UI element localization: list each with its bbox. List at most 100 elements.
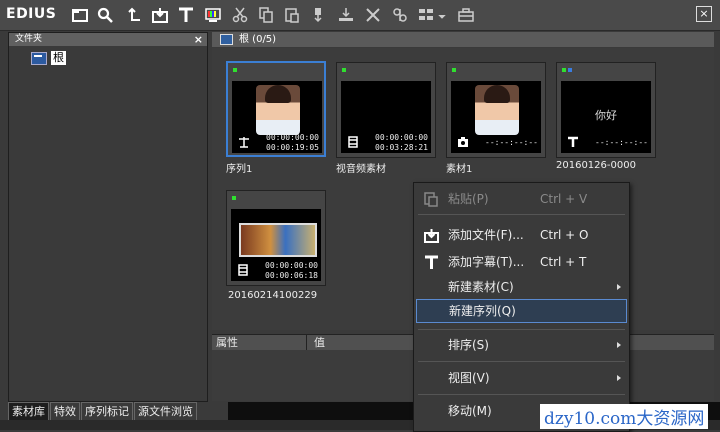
- delete-icon[interactable]: [363, 5, 383, 25]
- menu-item-label: 排序(S): [448, 338, 489, 352]
- menu-item-label: 视图(V): [448, 371, 490, 385]
- folder-panel-header: 文件夹 ×: [9, 33, 207, 46]
- flag-icon: [562, 68, 566, 72]
- menu-item-label: 移动(M): [448, 404, 492, 418]
- submenu-arrow-icon: [617, 342, 621, 348]
- clip-thumbnail-av[interactable]: 00:00:00:00 00:03:28:21: [336, 62, 436, 158]
- add-file-icon: [424, 229, 439, 243]
- clip-preview: 你好 --:--:--:--: [561, 81, 651, 153]
- film-icon: [238, 264, 248, 276]
- clip-thumbnail-sequence[interactable]: 00:00:00:00 00:00:19:05: [226, 61, 326, 157]
- clip-thumbnail-title[interactable]: 你好 --:--:--:--: [556, 62, 656, 158]
- folder-panel-title: 文件夹: [15, 34, 43, 44]
- timecode-in: --:--:--:--: [485, 138, 538, 147]
- tab-effects[interactable]: 特效: [50, 402, 80, 420]
- panel-tabs: 素材库 特效 序列标记 源文件浏览: [8, 402, 198, 420]
- menu-item-shortcut: Ctrl + O: [540, 228, 589, 242]
- clip-preview: 00:00:00:00 00:00:19:05: [232, 81, 322, 153]
- folder-panel-close-icon[interactable]: ×: [194, 33, 203, 46]
- menu-item-shortcut: Ctrl + T: [540, 255, 587, 269]
- menu-item-shortcut: Ctrl + V: [540, 192, 588, 206]
- cut-icon[interactable]: [230, 5, 250, 25]
- menu-item-sort[interactable]: 排序(S): [414, 334, 629, 356]
- menu-item-new-sequence[interactable]: 新建序列(Q): [416, 299, 627, 323]
- flag-icon: [452, 68, 456, 72]
- paste-icon[interactable]: [282, 5, 302, 25]
- folder-panel: 文件夹 × 根: [8, 32, 208, 402]
- menu-item-add-title[interactable]: 添加字幕(T)... Ctrl + T: [414, 251, 629, 273]
- app-logo: EDIUS: [6, 6, 57, 22]
- tree-item-label: 根: [51, 51, 66, 65]
- timecode-in: 00:00:00:00: [375, 133, 428, 142]
- submenu-arrow-icon: [617, 284, 621, 290]
- portrait-image: [256, 85, 300, 135]
- menu-item-add-file[interactable]: 添加文件(F)... Ctrl + O: [414, 224, 629, 246]
- video-frame-image: [239, 223, 317, 257]
- chevron-down-icon[interactable]: [436, 5, 448, 25]
- color-bars-icon[interactable]: [203, 5, 223, 25]
- menu-item-label: 新建素材(C): [448, 280, 514, 294]
- menu-item-paste[interactable]: 粘贴(P) Ctrl + V: [414, 188, 629, 210]
- clip-thumbnail-video[interactable]: 00:00:00:00 00:00:06:18: [226, 190, 326, 286]
- menu-item-label: 添加文件(F)...: [448, 228, 524, 242]
- insert-to-timeline-icon[interactable]: [308, 5, 328, 25]
- folder-view-icon[interactable]: [70, 5, 90, 25]
- tab-source-browser[interactable]: 源文件浏览: [134, 402, 197, 420]
- clip-name: 20160214100229: [228, 290, 318, 301]
- flag-icon: [233, 68, 237, 72]
- timecode-in: 00:00:00:00: [265, 261, 318, 270]
- camera-icon: [458, 137, 468, 147]
- menu-item-label: 添加字幕(T)...: [448, 255, 525, 269]
- menu-divider: [418, 329, 625, 330]
- bin-header: 根 (0/5): [212, 32, 714, 47]
- tab-bin[interactable]: 素材库: [8, 402, 49, 420]
- close-icon[interactable]: ×: [696, 6, 712, 22]
- up-folder-icon[interactable]: [124, 5, 144, 25]
- context-menu: 粘贴(P) Ctrl + V 添加文件(F)... Ctrl + O 添加字幕(…: [413, 182, 630, 432]
- overwrite-to-timeline-icon[interactable]: [336, 5, 356, 25]
- toolbar: EDIUS ×: [0, 0, 720, 31]
- title-icon: [425, 255, 438, 269]
- column-divider: [306, 335, 307, 350]
- clip-thumbnail-still[interactable]: --:--:--:--: [446, 62, 546, 158]
- timecode-duration: 00:00:06:18: [265, 271, 318, 280]
- bin-title: 根 (0/5): [239, 34, 277, 45]
- tab-sequence-markers[interactable]: 序列标记: [81, 402, 133, 420]
- add-file-icon[interactable]: [150, 5, 170, 25]
- menu-item-label: 粘贴(P): [448, 192, 489, 206]
- paste-icon: [424, 192, 438, 207]
- tree-item-root[interactable]: 根: [31, 51, 66, 65]
- clip-preview: --:--:--:--: [451, 81, 541, 153]
- timecode-duration: 00:03:28:21: [375, 143, 428, 152]
- timecode-in: 00:00:00:00: [266, 133, 319, 142]
- view-mode-icon[interactable]: [416, 5, 436, 25]
- clip-name: 素材1: [446, 164, 473, 175]
- watermark: dzy10.com大资源网: [540, 404, 709, 429]
- copy-icon[interactable]: [256, 5, 276, 25]
- flag-icon: [232, 196, 236, 200]
- flag-icon: [342, 68, 346, 72]
- add-title-icon[interactable]: [176, 5, 196, 25]
- bin-folder-icon: [220, 34, 233, 45]
- bin-folder-icon: [31, 51, 47, 65]
- title-overlay-text: 你好: [595, 109, 617, 122]
- toolbox-icon[interactable]: [456, 5, 476, 25]
- timecode-duration: 00:00:19:05: [266, 143, 319, 152]
- portrait-image: [475, 85, 519, 135]
- clip-name: 20160126-0000: [556, 160, 636, 171]
- title-flag-icon: [568, 68, 572, 72]
- menu-item-label: 新建序列(Q): [449, 304, 516, 318]
- clip-preview: 00:00:00:00 00:03:28:21: [341, 81, 431, 153]
- clip-preview: 00:00:00:00 00:00:06:18: [231, 209, 321, 281]
- menu-divider: [418, 394, 625, 395]
- menu-item-new-clip[interactable]: 新建素材(C): [414, 276, 629, 298]
- menu-item-view[interactable]: 视图(V): [414, 367, 629, 389]
- properties-icon[interactable]: [390, 5, 410, 25]
- search-icon[interactable]: [95, 5, 115, 25]
- film-icon: [348, 136, 358, 148]
- submenu-arrow-icon: [617, 375, 621, 381]
- property-column-header[interactable]: 属性: [216, 335, 238, 350]
- clip-name: 序列1: [226, 164, 253, 175]
- value-column-header[interactable]: 值: [314, 335, 325, 350]
- sequence-icon: [239, 137, 249, 148]
